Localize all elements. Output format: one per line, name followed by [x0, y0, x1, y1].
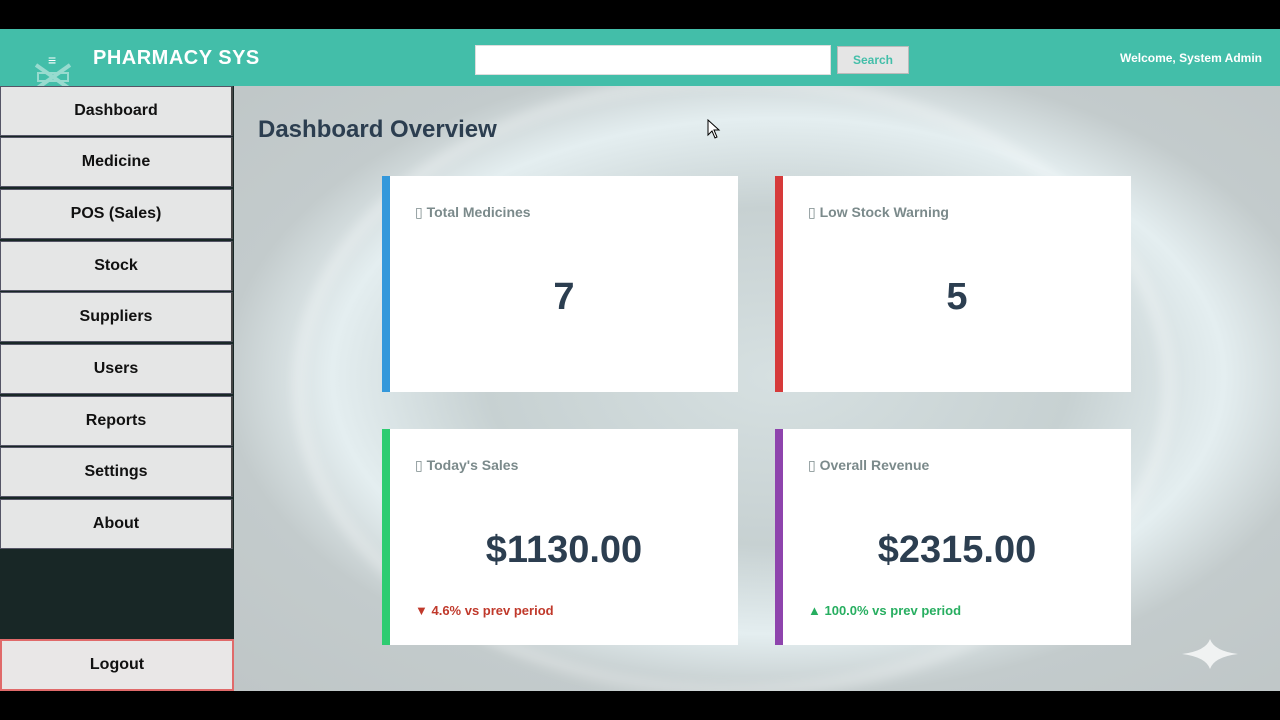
- logout-button[interactable]: Logout: [0, 639, 234, 691]
- top-header: ≡ PHARMACY SYS Search Welcome, System Ad…: [0, 29, 1280, 91]
- card-trend: ▲ 100.0% vs prev period: [808, 603, 962, 618]
- sidebar-item-suppliers[interactable]: Suppliers: [0, 292, 233, 342]
- sidebar-item-reports[interactable]: Reports: [0, 396, 233, 446]
- card-label: ▯ Total Medicines: [415, 204, 531, 220]
- sidebar-item-medicine[interactable]: Medicine: [0, 137, 233, 187]
- card-value: 5: [946, 276, 968, 318]
- sidebar-item-about[interactable]: About: [0, 499, 233, 549]
- sidebar-item-settings[interactable]: Settings: [0, 447, 233, 497]
- card-trend: ▼ 4.6% vs prev period: [415, 603, 554, 618]
- welcome-message: Welcome, System Admin: [1119, 51, 1262, 65]
- search-button[interactable]: Search: [837, 46, 909, 74]
- card-label: ▯ Today's Sales: [415, 457, 519, 473]
- card-accent-bar: [382, 176, 390, 392]
- card-low-stock-warning: ▯ Low Stock Warning 5: [775, 176, 1131, 392]
- card-value: 7: [553, 276, 575, 318]
- search-input[interactable]: [475, 45, 831, 75]
- card-accent-bar: [775, 429, 783, 645]
- card-value: $1130.00: [485, 529, 643, 571]
- sparkle-icon: [1182, 639, 1238, 669]
- sidebar-item-pos-sales[interactable]: POS (Sales): [0, 189, 233, 239]
- sidebar-item-dashboard[interactable]: Dashboard: [0, 86, 233, 136]
- card-todays-sales: ▯ Today's Sales $1130.00 ▼ 4.6% vs prev …: [382, 429, 738, 645]
- card-value: $2315.00: [877, 529, 1037, 571]
- card-label: ▯ Low Stock Warning: [808, 204, 949, 220]
- card-accent-bar: [382, 429, 390, 645]
- card-overall-revenue: ▯ Overall Revenue $2315.00 ▲ 100.0% vs p…: [775, 429, 1131, 645]
- sidebar: Dashboard Medicine POS (Sales) Stock Sup…: [0, 86, 234, 691]
- app-window: ≡ PHARMACY SYS Search Welcome, System Ad…: [0, 29, 1280, 691]
- mouse-cursor-icon: [707, 119, 721, 139]
- app-title: PHARMACY SYS: [93, 47, 260, 69]
- card-total-medicines: ▯ Total Medicines 7: [382, 176, 738, 392]
- card-accent-bar: [775, 176, 783, 392]
- card-label: ▯ Overall Revenue: [808, 457, 930, 473]
- sidebar-item-stock[interactable]: Stock: [0, 241, 233, 291]
- page-title: Dashboard Overview: [258, 116, 497, 143]
- sidebar-item-users[interactable]: Users: [0, 344, 233, 394]
- dashboard-main: Dashboard Overview ▯ Total Medicines 7 ▯…: [234, 86, 1280, 691]
